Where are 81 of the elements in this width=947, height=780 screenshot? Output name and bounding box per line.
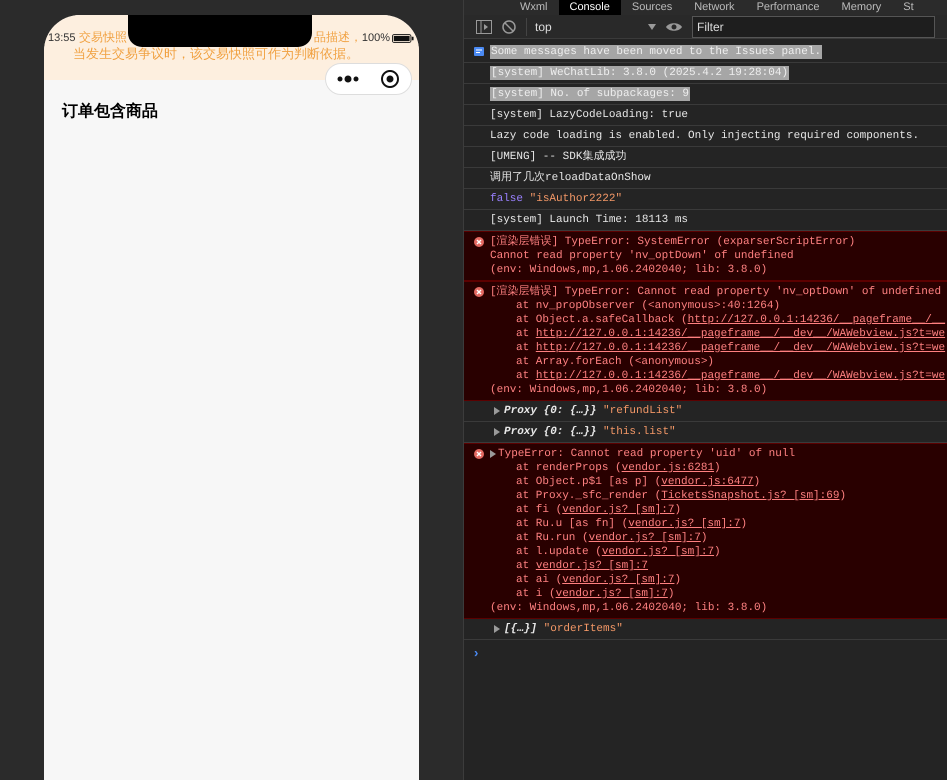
logged-object[interactable]: Proxy {0: {…}} "this.list" xyxy=(504,425,676,439)
devtools-tab[interactable]: Network xyxy=(683,0,746,15)
stack-line: at http://127.0.0.1:14236/__pageframe__/__dev__/WAWebview.js?t=we xyxy=(515,369,946,383)
error-title: TypeError: Cannot read property 'uid' of null xyxy=(498,447,796,461)
message-icon xyxy=(474,47,484,57)
stack-line: at Proxy._sfc_render (TicketsSnapshot.js? [sm]:69) xyxy=(515,489,846,503)
source-link[interactable]: http://127.0.0.1:14236/__pageframe__/__dev__/WAWebview.js?t=we xyxy=(536,342,946,354)
devtools-tab[interactable]: Wxml xyxy=(509,0,558,15)
dropdown-caret-icon[interactable] xyxy=(648,24,656,30)
notice-text: 交易快照 xyxy=(79,29,127,45)
clear-console-icon[interactable] xyxy=(502,20,516,34)
log-message: [system] WeChatLib: 3.8.0 (2025.4.2 19:28:04) xyxy=(490,66,790,80)
context-select[interactable]: top xyxy=(526,18,656,36)
devtools-tab[interactable]: Console xyxy=(558,0,621,15)
stack-line: at ai (vendor.js? [sm]:7) xyxy=(515,573,682,587)
devtools-tab[interactable]: Sources xyxy=(620,0,684,15)
log-message: [system] LazyCodeLoading: true xyxy=(490,108,688,122)
stack-line: at nv_propObserver (<anonymous>:40:1264) xyxy=(515,299,782,313)
battery-icon xyxy=(392,34,414,43)
stack-line: at http://127.0.0.1:14236/__pageframe__/__dev__/WAWebview.js?t=we xyxy=(515,327,946,341)
stack-line: at http://127.0.0.1:14236/__pageframe__/__dev__/WAWebview.js?t=we xyxy=(515,341,946,355)
log-message: 调用了几次reloadDataOnShow xyxy=(490,171,651,185)
eye-icon[interactable] xyxy=(666,22,682,32)
stack-line: at Object.a.safeCallback (http://127.0.0.1:14236/__pageframe__/__ xyxy=(515,313,946,327)
close-target-icon[interactable] xyxy=(380,69,400,89)
logged-object[interactable]: Proxy {0: {…}} "refundList" xyxy=(504,404,682,418)
expand-triangle-icon[interactable] xyxy=(494,625,500,633)
source-link[interactable]: http://127.0.0.1:14236/__pageframe__/__ xyxy=(688,314,946,326)
log-message: [UMENG] -- SDK集成成功 xyxy=(490,150,626,164)
expand-triangle-icon[interactable] xyxy=(494,407,500,415)
status-time: 13:55 xyxy=(48,31,76,46)
stack-line: at l.update (vendor.js? [sm]:7) xyxy=(515,545,722,559)
error-icon xyxy=(474,449,484,459)
source-link[interactable]: TicketsSnapshot.js? [sm]:69 xyxy=(661,490,840,502)
log-message: Some messages have been moved to the Issues panel. xyxy=(490,45,822,59)
notice-text: 当发生交易争议时，该交易快照可作为判断依据。 xyxy=(73,46,359,62)
sidebar-toggle-icon[interactable] xyxy=(476,20,492,34)
expand-triangle-icon[interactable] xyxy=(490,450,496,458)
logged-object[interactable]: [{…}] "orderItems" xyxy=(504,622,623,636)
stack-line: at renderProps (vendor.js:6281) xyxy=(515,461,722,475)
expand-triangle-icon[interactable] xyxy=(494,428,500,436)
source-link[interactable]: vendor.js? [sm]:7 xyxy=(588,532,701,544)
log-message: false "isAuthor2222" xyxy=(490,192,622,206)
battery-percent: 100% xyxy=(362,31,390,46)
error-title: [渲染层错误] TypeError: Cannot read property 'nv_optDown' of undefined xyxy=(490,285,942,299)
env-info: (env: Windows,mp,1.06.2402040; lib: 3.8.0) xyxy=(490,263,768,277)
capsule-menu[interactable] xyxy=(325,63,412,95)
error-title: [渲染层错误] TypeError: SystemError (exparserScriptError) xyxy=(490,235,856,249)
devtools-tab[interactable]: St xyxy=(892,0,925,15)
source-link[interactable]: vendor.js? [sm]:7 xyxy=(562,574,674,586)
env-info: (env: Windows,mp,1.06.2402040; lib: 3.8.0) xyxy=(490,383,768,397)
source-link[interactable]: http://127.0.0.1:14236/__pageframe__/__dev__/WAWebview.js?t=we xyxy=(536,370,946,382)
error-icon xyxy=(474,237,484,247)
source-link[interactable]: vendor.js? [sm]:7 xyxy=(556,588,668,600)
stack-line: at fi (vendor.js? [sm]:7) xyxy=(515,503,682,517)
error-detail: Cannot read property 'nv_optDown' of undefined xyxy=(490,249,795,263)
devtools-tab[interactable]: Memory xyxy=(830,0,892,15)
source-link[interactable]: vendor.js:6477 xyxy=(661,476,754,488)
source-link[interactable]: http://127.0.0.1:14236/__pageframe__/__dev__/WAWebview.js?t=we xyxy=(536,328,946,340)
stack-line: at Object.p$1 [as p] (vendor.js:6477) xyxy=(515,475,762,489)
source-link[interactable]: vendor.js? [sm]:7 xyxy=(602,546,714,558)
console-prompt[interactable]: › xyxy=(474,645,478,660)
source-link[interactable]: vendor.js:6281 xyxy=(622,462,714,474)
log-message: Lazy code loading is enabled. Only injecting required components. xyxy=(490,129,920,143)
source-link[interactable]: vendor.js? [sm]:7 xyxy=(628,518,740,530)
stack-line: at Ru.u [as fn] (vendor.js? [sm]:7) xyxy=(515,517,748,531)
devtools-tab[interactable]: Performance xyxy=(746,0,831,15)
notice-text: 品描述， xyxy=(314,29,362,45)
more-icon[interactable] xyxy=(336,75,359,83)
stack-line: at Ru.run (vendor.js? [sm]:7) xyxy=(515,531,708,545)
source-link[interactable]: vendor.js? [sm]:7 xyxy=(562,504,674,516)
filter-field[interactable]: Filter xyxy=(692,16,935,38)
log-message: [system] Launch Time: 18113 ms xyxy=(490,213,688,227)
stack-line: at Array.forEach (<anonymous>) xyxy=(515,355,716,369)
stack-line: at vendor.js? [sm]:7 xyxy=(515,559,650,573)
source-link[interactable]: vendor.js? [sm]:7 xyxy=(536,560,648,572)
log-message: [system] No. of subpackages: 9 xyxy=(490,87,690,101)
error-icon xyxy=(474,287,484,297)
section-title: 订单包含商品 xyxy=(60,101,159,122)
env-info: (env: Windows,mp,1.06.2402040; lib: 3.8.0) xyxy=(490,601,768,615)
stack-line: at i (vendor.js? [sm]:7) xyxy=(515,587,676,601)
